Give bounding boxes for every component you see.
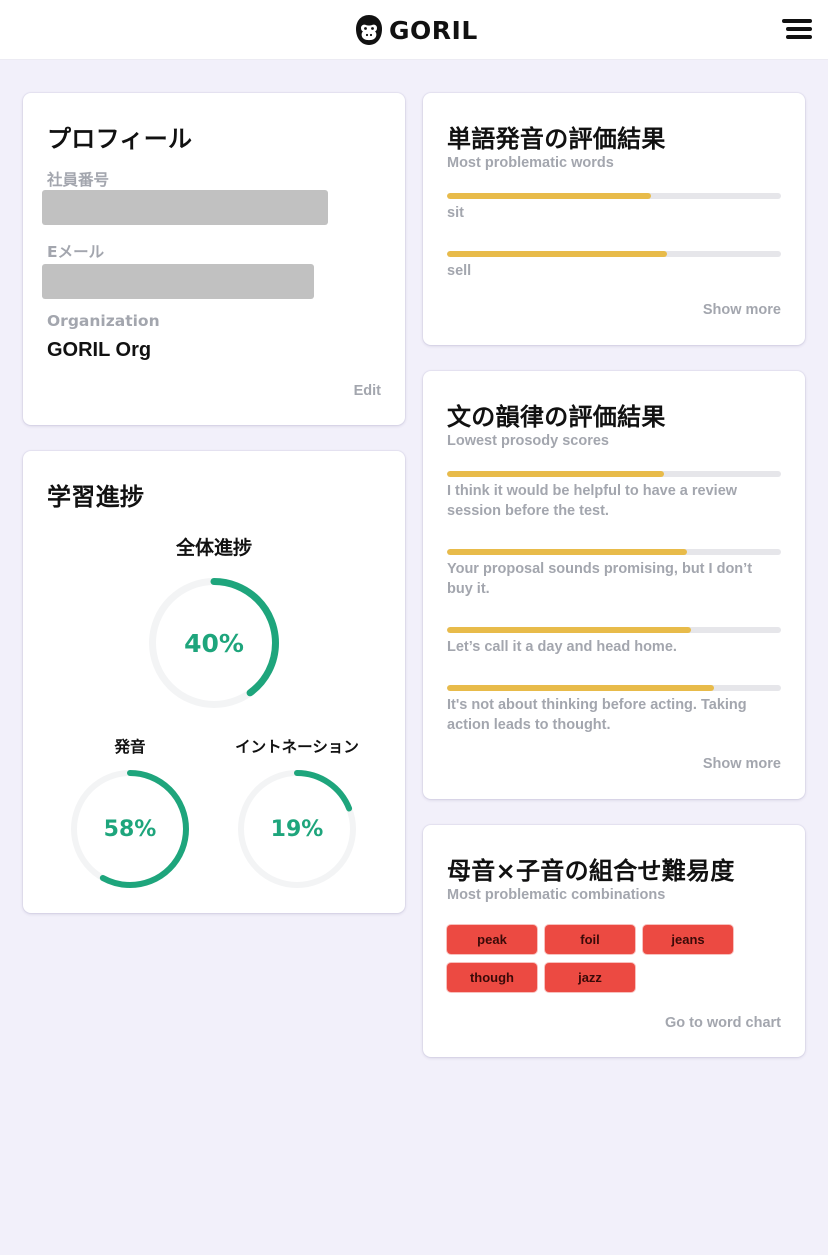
word-score-bar — [447, 251, 781, 257]
organization-label: Organization — [47, 312, 160, 330]
brand-logo[interactable]: GORIL — [355, 13, 478, 47]
overall-progress-label: 全体進捗 — [175, 537, 252, 559]
word-show-more-link[interactable]: Show more — [703, 302, 781, 318]
combination-chip[interactable]: peak — [447, 925, 537, 954]
combinations-title: 母音×子音の組合せ難易度 — [447, 857, 735, 885]
profile-title: プロフィール — [47, 125, 193, 153]
brand-name: GORIL — [389, 15, 478, 45]
prosody-score-bar — [447, 471, 781, 477]
prosody-sentence[interactable]: Your proposal sounds promising, but I do… — [447, 559, 781, 599]
word-results-subtitle: Most problematic words — [447, 155, 614, 171]
organization-value: GORIL Org — [47, 339, 152, 361]
combination-chip[interactable]: jazz — [545, 963, 635, 992]
progress-title: 学習進捗 — [47, 483, 145, 511]
learning-progress-card: 学習進捗 全体進捗 40% 発音 58% イントネーション 19% — [23, 451, 405, 913]
word-pronunciation-card: 単語発音の評価結果 Most problematic words sit sel… — [423, 93, 805, 345]
menu-line — [782, 19, 812, 23]
prosody-results-subtitle: Lowest prosody scores — [447, 433, 609, 449]
prosody-sentence[interactable]: I think it would be helpful to have a re… — [447, 481, 781, 521]
prosody-sentence[interactable]: It's not about thinking before acting. T… — [447, 695, 781, 735]
prosody-score-fill — [447, 627, 691, 633]
prosody-score-fill — [447, 471, 665, 477]
prosody-score-fill — [447, 549, 688, 555]
top-bar: GORIL — [0, 0, 828, 60]
overall-progress-ring: 40% — [149, 578, 279, 708]
prosody-results-card: 文の韻律の評価結果 Lowest prosody scores I think … — [423, 371, 805, 799]
word-chart-link[interactable]: Go to word chart — [665, 1015, 781, 1031]
hamburger-menu-icon[interactable] — [780, 17, 812, 41]
combinations-subtitle: Most problematic combinations — [447, 887, 666, 903]
word-score-bar — [447, 193, 781, 199]
pronunciation-progress-ring: 58% — [71, 770, 189, 888]
pronunciation-progress-value: 58% — [103, 816, 157, 842]
word-score-fill — [447, 193, 651, 199]
combination-chip[interactable]: foil — [545, 925, 635, 954]
prosody-score-fill — [447, 685, 715, 691]
prosody-sentence[interactable]: Let’s call it a day and head home. — [447, 637, 781, 657]
menu-line — [786, 35, 812, 39]
pronunciation-label: 発音 — [114, 738, 146, 756]
word-label[interactable]: sell — [447, 261, 781, 281]
email-label: Eメール — [47, 243, 105, 261]
edit-link[interactable]: Edit — [354, 383, 381, 399]
prosody-show-more-link[interactable]: Show more — [703, 756, 781, 772]
intonation-progress-ring: 19% — [238, 770, 356, 888]
employee-id-redacted — [42, 190, 328, 225]
prosody-score-bar — [447, 685, 781, 691]
employee-id-label: 社員番号 — [47, 171, 110, 189]
prosody-score-bar — [447, 549, 781, 555]
intonation-progress-value: 19% — [270, 816, 324, 842]
combination-difficulty-card: 母音×子音の組合せ難易度 Most problematic combinatio… — [423, 825, 805, 1057]
combination-chip[interactable]: jeans — [643, 925, 733, 954]
profile-card: プロフィール 社員番号 Eメール Organization GORIL Org … — [23, 93, 405, 425]
word-results-title: 単語発音の評価結果 — [447, 125, 666, 153]
word-label[interactable]: sit — [447, 203, 781, 223]
combination-chip[interactable]: though — [447, 963, 537, 992]
menu-line — [786, 27, 812, 31]
prosody-results-title: 文の韻律の評価結果 — [447, 403, 666, 431]
overall-progress-value: 40% — [184, 628, 244, 658]
email-redacted — [42, 264, 314, 299]
gorilla-icon — [356, 15, 382, 45]
word-score-fill — [447, 251, 668, 257]
prosody-score-bar — [447, 627, 781, 633]
intonation-label: イントネーション — [235, 738, 359, 756]
